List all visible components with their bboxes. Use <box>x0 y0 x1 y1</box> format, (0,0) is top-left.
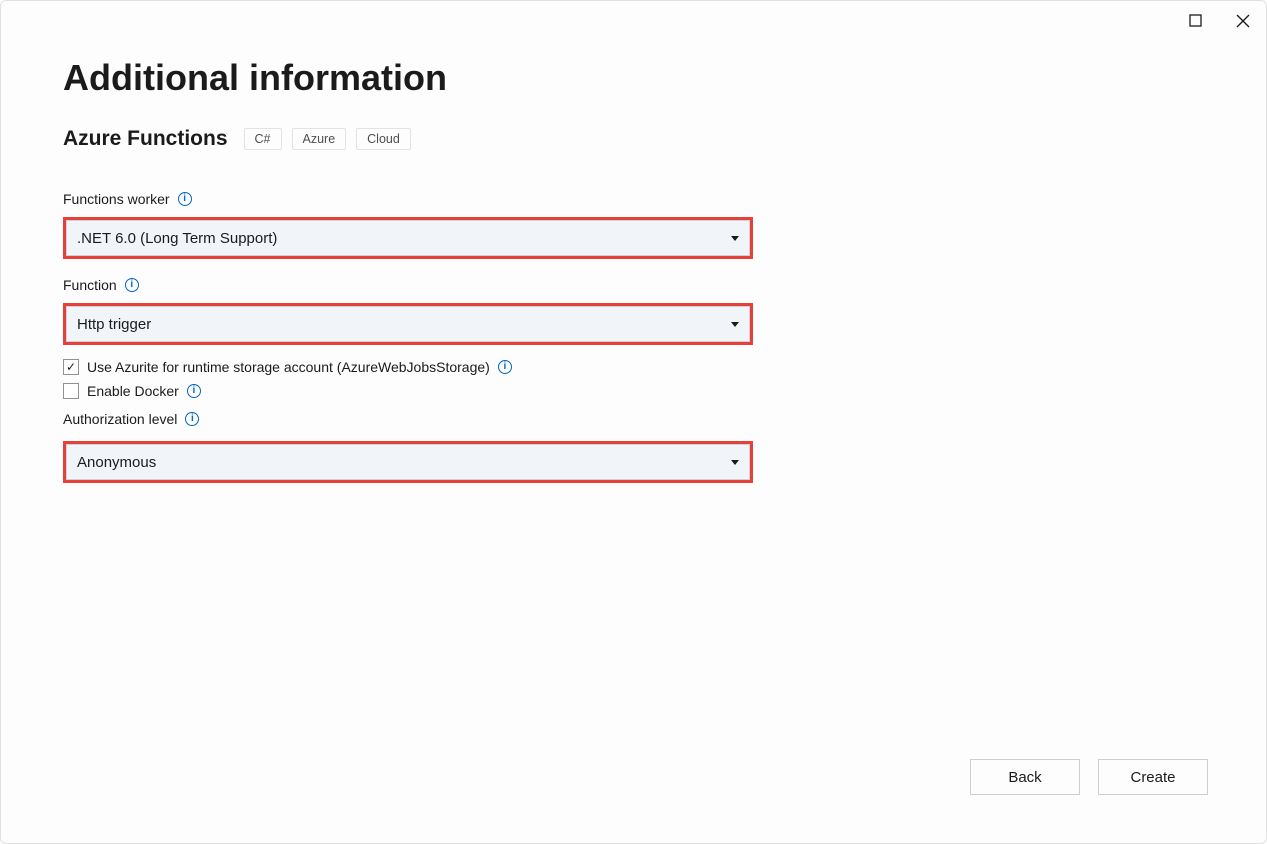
enable-docker-row: Enable Docker i <box>63 383 1204 399</box>
tags: C# Azure Cloud <box>244 128 411 150</box>
enable-docker-label: Enable Docker <box>87 383 179 399</box>
functions-worker-label: Functions worker i <box>63 191 1204 207</box>
use-azurite-checkbox[interactable]: ✓ <box>63 359 79 375</box>
info-icon[interactable]: i <box>125 278 139 292</box>
use-azurite-label: Use Azurite for runtime storage account … <box>87 359 490 375</box>
info-icon[interactable]: i <box>187 384 201 398</box>
authorization-level-value: Anonymous <box>77 454 156 471</box>
chevron-down-icon <box>731 322 739 327</box>
authorization-level-label: Authorization level i <box>63 411 1204 427</box>
authorization-level-label-text: Authorization level <box>63 411 177 427</box>
dialog-window: Additional information Azure Functions C… <box>0 0 1267 844</box>
tag-azure: Azure <box>292 128 347 150</box>
function-dropdown[interactable]: Http trigger <box>66 306 750 342</box>
content-area: Additional information Azure Functions C… <box>1 1 1266 843</box>
info-icon[interactable]: i <box>178 192 192 206</box>
window-controls <box>1188 13 1250 28</box>
subtitle-row: Azure Functions C# Azure Cloud <box>63 127 1204 151</box>
back-button[interactable]: Back <box>970 759 1080 795</box>
tag-csharp: C# <box>244 128 282 150</box>
project-type-name: Azure Functions <box>63 127 228 151</box>
functions-worker-dropdown[interactable]: .NET 6.0 (Long Term Support) <box>66 220 750 256</box>
close-icon[interactable] <box>1235 13 1250 28</box>
functions-worker-value: .NET 6.0 (Long Term Support) <box>77 230 277 247</box>
chevron-down-icon <box>731 236 739 241</box>
info-icon[interactable]: i <box>185 412 199 426</box>
use-azurite-row: ✓ Use Azurite for runtime storage accoun… <box>63 359 1204 375</box>
functions-worker-label-text: Functions worker <box>63 191 170 207</box>
page-title: Additional information <box>63 57 1204 99</box>
enable-docker-checkbox[interactable] <box>63 383 79 399</box>
create-button[interactable]: Create <box>1098 759 1208 795</box>
chevron-down-icon <box>731 460 739 465</box>
maximize-icon[interactable] <box>1188 13 1203 28</box>
info-icon[interactable]: i <box>498 360 512 374</box>
function-label: Function i <box>63 277 1204 293</box>
function-value: Http trigger <box>77 316 151 333</box>
function-label-text: Function <box>63 277 117 293</box>
tag-cloud: Cloud <box>356 128 411 150</box>
authorization-level-dropdown[interactable]: Anonymous <box>66 444 750 480</box>
footer-buttons: Back Create <box>970 759 1208 795</box>
